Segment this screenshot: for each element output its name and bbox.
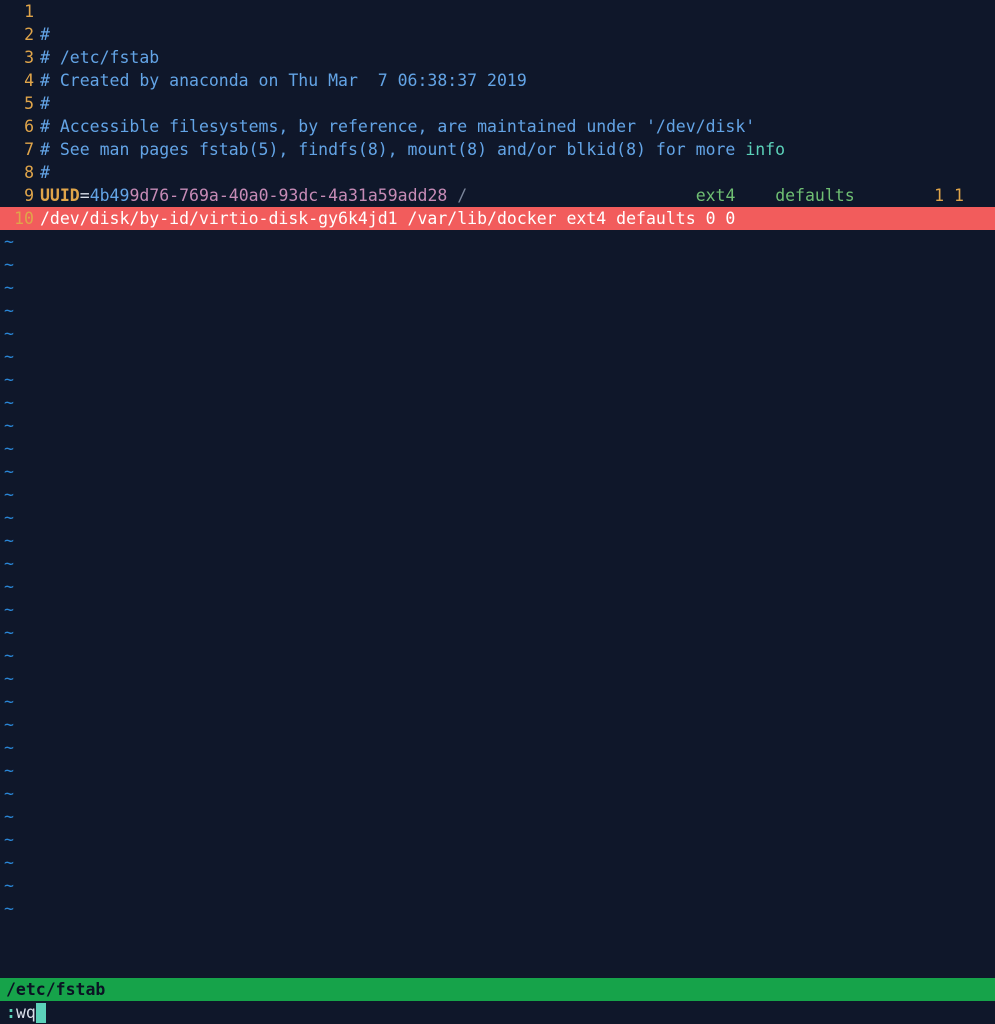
status-bar: /etc/fstab (0, 978, 995, 1001)
empty-line-tilde: ~ (0, 736, 995, 759)
code-content: # /etc/fstab (40, 46, 995, 69)
empty-line-tilde: ~ (0, 667, 995, 690)
code-line[interactable]: 1 (0, 0, 995, 23)
code-line[interactable]: 5# (0, 92, 995, 115)
empty-line-tilde: ~ (0, 598, 995, 621)
empty-line-tilde: ~ (0, 713, 995, 736)
code-line[interactable]: 9UUID=4b499d76-769a-40a0-93dc-4a31a59add… (0, 184, 995, 207)
empty-line-tilde: ~ (0, 460, 995, 483)
command-line[interactable]: : wq (0, 1001, 995, 1024)
code-content: UUID=4b499d76-769a-40a0-93dc-4a31a59add2… (40, 184, 995, 207)
code-content: # (40, 23, 995, 46)
line-number: 5 (0, 92, 40, 115)
empty-line-tilde: ~ (0, 644, 995, 667)
empty-line-tilde: ~ (0, 897, 995, 920)
empty-line-tilde: ~ (0, 506, 995, 529)
empty-line-tilde: ~ (0, 759, 995, 782)
empty-line-tilde: ~ (0, 414, 995, 437)
cursor (36, 1003, 46, 1023)
empty-line-tilde: ~ (0, 805, 995, 828)
empty-line-tilde: ~ (0, 621, 995, 644)
empty-line-tilde: ~ (0, 322, 995, 345)
line-number: 9 (0, 184, 40, 207)
line-number: 1 (0, 0, 40, 23)
vim-editor[interactable]: 12#3# /etc/fstab4# Created by anaconda o… (0, 0, 995, 1024)
code-line[interactable]: 10/dev/disk/by-id/virtio-disk-gy6k4jd1 /… (0, 207, 995, 230)
empty-line-tilde: ~ (0, 828, 995, 851)
empty-line-tilde: ~ (0, 230, 995, 253)
code-content: # (40, 92, 995, 115)
code-content: # Created by anaconda on Thu Mar 7 06:38… (40, 69, 995, 92)
empty-line-tilde: ~ (0, 782, 995, 805)
empty-line-tilde: ~ (0, 253, 995, 276)
code-content: # Accessible filesystems, by reference, … (40, 115, 995, 138)
cmd-text: wq (16, 1001, 36, 1024)
line-number: 6 (0, 115, 40, 138)
code-line[interactable]: 3# /etc/fstab (0, 46, 995, 69)
empty-line-tilde: ~ (0, 276, 995, 299)
line-number: 8 (0, 161, 40, 184)
empty-line-tilde: ~ (0, 437, 995, 460)
empty-line-tilde: ~ (0, 874, 995, 897)
empty-line-tilde: ~ (0, 483, 995, 506)
line-number: 2 (0, 23, 40, 46)
empty-line-tilde: ~ (0, 575, 995, 598)
text-buffer[interactable]: 12#3# /etc/fstab4# Created by anaconda o… (0, 0, 995, 978)
empty-line-tilde: ~ (0, 690, 995, 713)
code-content (40, 0, 995, 23)
empty-line-tilde: ~ (0, 529, 995, 552)
line-number: 4 (0, 69, 40, 92)
code-line[interactable]: 2# (0, 23, 995, 46)
empty-line-tilde: ~ (0, 552, 995, 575)
code-line[interactable]: 7# See man pages fstab(5), findfs(8), mo… (0, 138, 995, 161)
code-line[interactable]: 4# Created by anaconda on Thu Mar 7 06:3… (0, 69, 995, 92)
line-number: 3 (0, 46, 40, 69)
empty-line-tilde: ~ (0, 391, 995, 414)
code-line[interactable]: 6# Accessible filesystems, by reference,… (0, 115, 995, 138)
empty-line-tilde: ~ (0, 851, 995, 874)
line-number: 7 (0, 138, 40, 161)
empty-line-tilde: ~ (0, 299, 995, 322)
empty-line-tilde: ~ (0, 345, 995, 368)
code-content: # (40, 161, 995, 184)
empty-line-tilde: ~ (0, 368, 995, 391)
cmd-colon: : (6, 1001, 16, 1024)
code-line[interactable]: 8# (0, 161, 995, 184)
code-content: /dev/disk/by-id/virtio-disk-gy6k4jd1 /va… (40, 207, 995, 230)
code-content: # See man pages fstab(5), findfs(8), mou… (40, 138, 995, 161)
line-number: 10 (0, 207, 40, 230)
